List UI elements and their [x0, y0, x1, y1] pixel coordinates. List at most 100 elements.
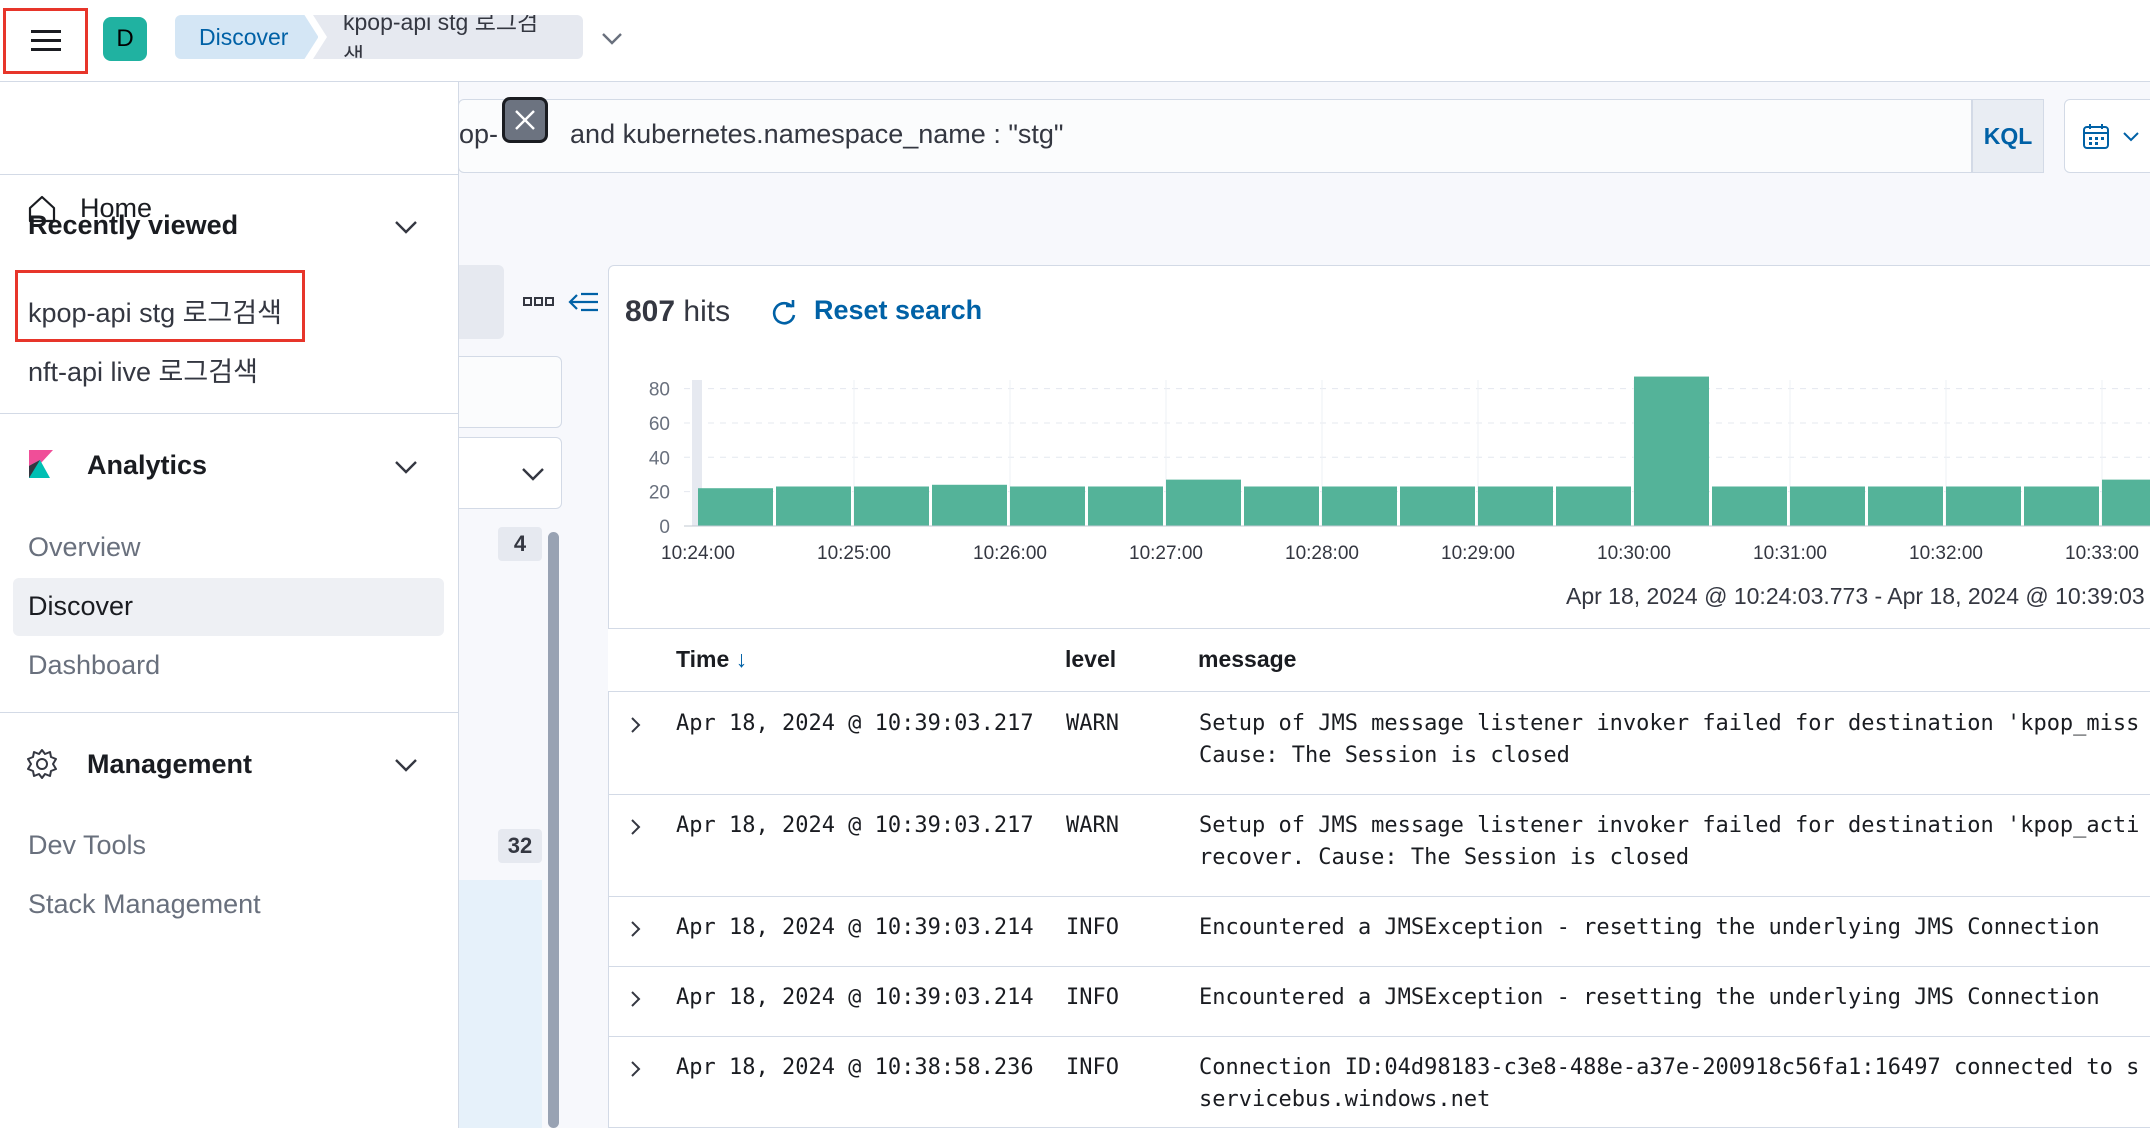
expand-row-icon[interactable]	[624, 714, 646, 736]
chevron-down-icon[interactable]	[392, 215, 420, 239]
kibana-logo-icon	[29, 450, 53, 478]
histogram-bar[interactable]	[1556, 486, 1631, 526]
query-text: op-and kubernetes.namespace_name : "stg"	[459, 119, 1064, 149]
sidebar-scrollbar[interactable]	[548, 532, 559, 1128]
x-tick-label: 10:31:00	[1753, 543, 1827, 564]
nav-discover-link[interactable]: Discover	[28, 591, 133, 622]
gear-icon	[27, 749, 57, 779]
query-language-button[interactable]: KQL	[1972, 99, 2044, 173]
cell-level: WARN	[1066, 813, 1119, 838]
nav-dashboard-link[interactable]: Dashboard	[28, 650, 160, 681]
x-tick-label: 10:30:00	[1597, 543, 1671, 564]
expand-row-icon[interactable]	[624, 918, 646, 940]
chevron-down-icon	[522, 468, 544, 481]
cell-message: Setup of JMS message listener invoker fa…	[1199, 711, 2140, 736]
cell-message: Setup of JMS message listener invoker fa…	[1199, 813, 2140, 838]
refresh-icon[interactable]	[768, 297, 800, 329]
recently-viewed-title[interactable]: Recently viewed	[28, 210, 238, 241]
cell-message: Encountered a JMSException - resetting t…	[1199, 915, 2100, 940]
histogram-bar[interactable]	[854, 486, 929, 526]
cell-message: Cause: The Session is closed	[1199, 743, 1570, 768]
time-range-label: Apr 18, 2024 @ 10:24:03.773 - Apr 18, 20…	[1566, 583, 2145, 609]
x-tick-label: 10:27:00	[1129, 543, 1203, 564]
cell-message: Encountered a JMSException - resetting t…	[1199, 985, 2100, 1010]
cell-message: Connection ID:04d98183-c3e8-488e-a37e-20…	[1199, 1055, 2140, 1080]
menu-toggle-button[interactable]	[3, 8, 88, 74]
x-tick-label: 10:25:00	[817, 543, 891, 564]
histogram-bar[interactable]	[1634, 376, 1709, 526]
expand-row-icon[interactable]	[624, 816, 646, 838]
histogram-bar[interactable]	[1946, 486, 2021, 526]
nav-overview-link[interactable]: Overview	[28, 532, 141, 563]
divider	[0, 712, 459, 713]
histogram-bar[interactable]	[1322, 486, 1397, 526]
calendar-icon	[2083, 124, 2109, 149]
divider	[0, 413, 459, 414]
cell-level: INFO	[1066, 915, 1119, 940]
column-header-time[interactable]: Time ↓	[676, 646, 747, 673]
nav-dev-tools-link[interactable]: Dev Tools	[28, 830, 146, 861]
histogram-bar[interactable]	[1166, 479, 1241, 526]
x-tick-label: 10:26:00	[973, 543, 1047, 564]
management-title[interactable]: Management	[87, 749, 252, 780]
chevron-down-icon[interactable]	[598, 24, 626, 52]
navigation-flyout: Home Recently viewed kpop-api stg 로그검색 n…	[0, 82, 459, 1128]
histogram-chart[interactable]: 80 60 40 20 0 10:24:00 10:25:00 10:26:00 10:27:0…	[620, 370, 2150, 570]
reset-search-link[interactable]: Reset search	[814, 295, 982, 326]
date-picker-button[interactable]	[2064, 99, 2150, 173]
table-header	[608, 628, 2150, 692]
y-tick-label: 0	[659, 517, 670, 538]
cell-level: INFO	[1066, 1055, 1119, 1080]
nav-stack-management-link[interactable]: Stack Management	[28, 889, 261, 920]
cell-level: WARN	[1066, 711, 1119, 736]
breadcrumb-discover[interactable]: Discover	[175, 15, 318, 59]
hamburger-icon	[30, 30, 61, 51]
cell-time: Apr 18, 2024 @ 10:39:03.217	[676, 711, 1034, 736]
x-tick-label: 10:24:00	[661, 543, 735, 564]
cell-time: Apr 18, 2024 @ 10:38:58.236	[676, 1055, 1034, 1080]
histogram-bar[interactable]	[1400, 486, 1475, 526]
row-divider	[608, 1036, 2150, 1037]
histogram-bar[interactable]	[1244, 486, 1319, 526]
breadcrumb-current-search: kpop-api stg 로그검색	[313, 15, 583, 59]
histogram-bar[interactable]	[1868, 486, 1943, 526]
histogram-bar[interactable]	[932, 484, 1007, 526]
column-header-message[interactable]: message	[1198, 646, 1296, 673]
histogram-bar[interactable]	[2102, 479, 2150, 526]
histogram-bar[interactable]	[1010, 486, 1085, 526]
row-divider	[608, 966, 2150, 967]
histogram-bar[interactable]	[1088, 486, 1163, 526]
cell-time: Apr 18, 2024 @ 10:39:03.214	[676, 985, 1034, 1010]
chevron-down-icon	[2123, 132, 2139, 142]
histogram-bar[interactable]	[2024, 486, 2099, 526]
histogram-bar[interactable]	[698, 488, 773, 526]
y-tick-label: 40	[649, 448, 670, 469]
histogram-bar[interactable]	[1712, 486, 1787, 526]
column-header-level[interactable]: level	[1065, 646, 1116, 673]
chevron-down-icon[interactable]	[392, 753, 420, 777]
expand-row-icon[interactable]	[624, 1058, 646, 1080]
close-icon	[515, 110, 535, 130]
collapse-sidebar-icon[interactable]	[567, 288, 601, 316]
x-tick-label: 10:32:00	[1909, 543, 1983, 564]
more-options-icon[interactable]	[522, 292, 556, 312]
cell-message: servicebus.windows.net	[1199, 1087, 1491, 1112]
expand-row-icon[interactable]	[624, 988, 646, 1010]
x-tick-label: 10:33:00	[2065, 543, 2139, 564]
chevron-down-icon[interactable]	[392, 455, 420, 479]
space-avatar[interactable]: D	[103, 17, 147, 61]
x-tick-label: 10:28:00	[1285, 543, 1359, 564]
recent-item-nft-api[interactable]: nft-api live 로그검색	[28, 350, 258, 389]
histogram-bar[interactable]	[1478, 486, 1553, 526]
histogram-bar[interactable]	[1790, 486, 1865, 526]
divider	[0, 174, 459, 175]
y-tick-label: 60	[649, 414, 670, 435]
x-tick-label: 10:29:00	[1441, 543, 1515, 564]
cell-level: INFO	[1066, 985, 1119, 1010]
histogram-bar[interactable]	[776, 486, 851, 526]
count-badge: 4	[498, 527, 542, 561]
close-tooltip-button[interactable]	[502, 97, 548, 143]
row-divider	[608, 794, 2150, 795]
analytics-title[interactable]: Analytics	[87, 450, 207, 481]
recent-item-kpop-api[interactable]: kpop-api stg 로그검색	[28, 291, 282, 330]
